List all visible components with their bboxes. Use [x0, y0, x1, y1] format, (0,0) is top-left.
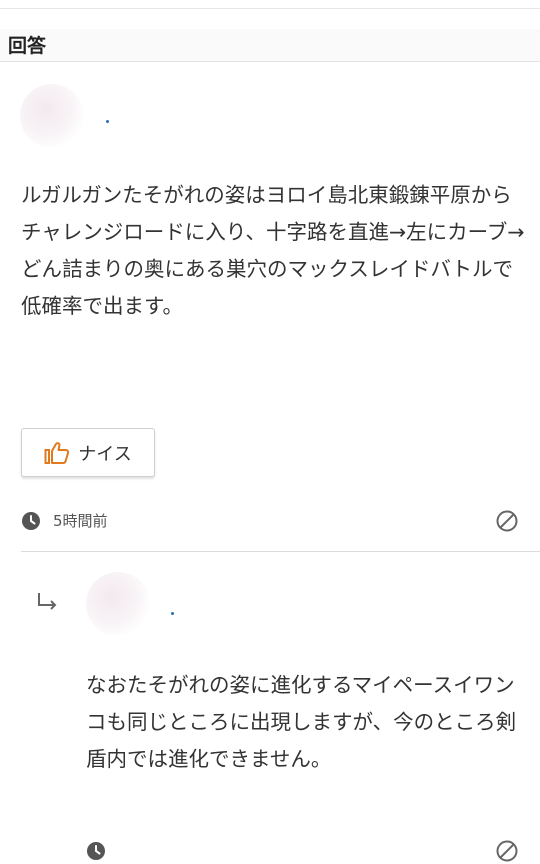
clock-icon	[22, 512, 40, 530]
reply-body: なおたそがれの姿に進化するマイペースイワンコも同じところに出現しますが、今のとこ…	[86, 673, 517, 771]
block-icon[interactable]	[495, 509, 519, 533]
section-title: 回答	[8, 35, 47, 57]
answer-body: ルガルガンたそがれの姿はヨロイ島北東鍛錬平原からチャレンジロードに入り、十字路を…	[21, 183, 525, 318]
nice-button[interactable]: ナイス	[21, 428, 155, 477]
answer-timestamp: 5時間前	[53, 512, 108, 530]
thumbs-up-icon	[44, 441, 70, 464]
answerer-status-dot	[106, 120, 109, 123]
replier-status-dot	[171, 612, 174, 615]
answer-meta: 5時間前	[21, 508, 519, 534]
reply-arrow-icon	[38, 593, 57, 610]
block-icon[interactable]	[495, 839, 519, 863]
top-border	[0, 0, 540, 9]
divider	[21, 551, 540, 552]
answerer-avatar[interactable]	[20, 84, 84, 148]
answers-section-header: 回答	[0, 29, 540, 62]
replier-avatar[interactable]	[86, 572, 150, 636]
clock-icon	[87, 842, 105, 860]
nice-label: ナイス	[78, 443, 132, 464]
reply-meta	[86, 838, 519, 864]
